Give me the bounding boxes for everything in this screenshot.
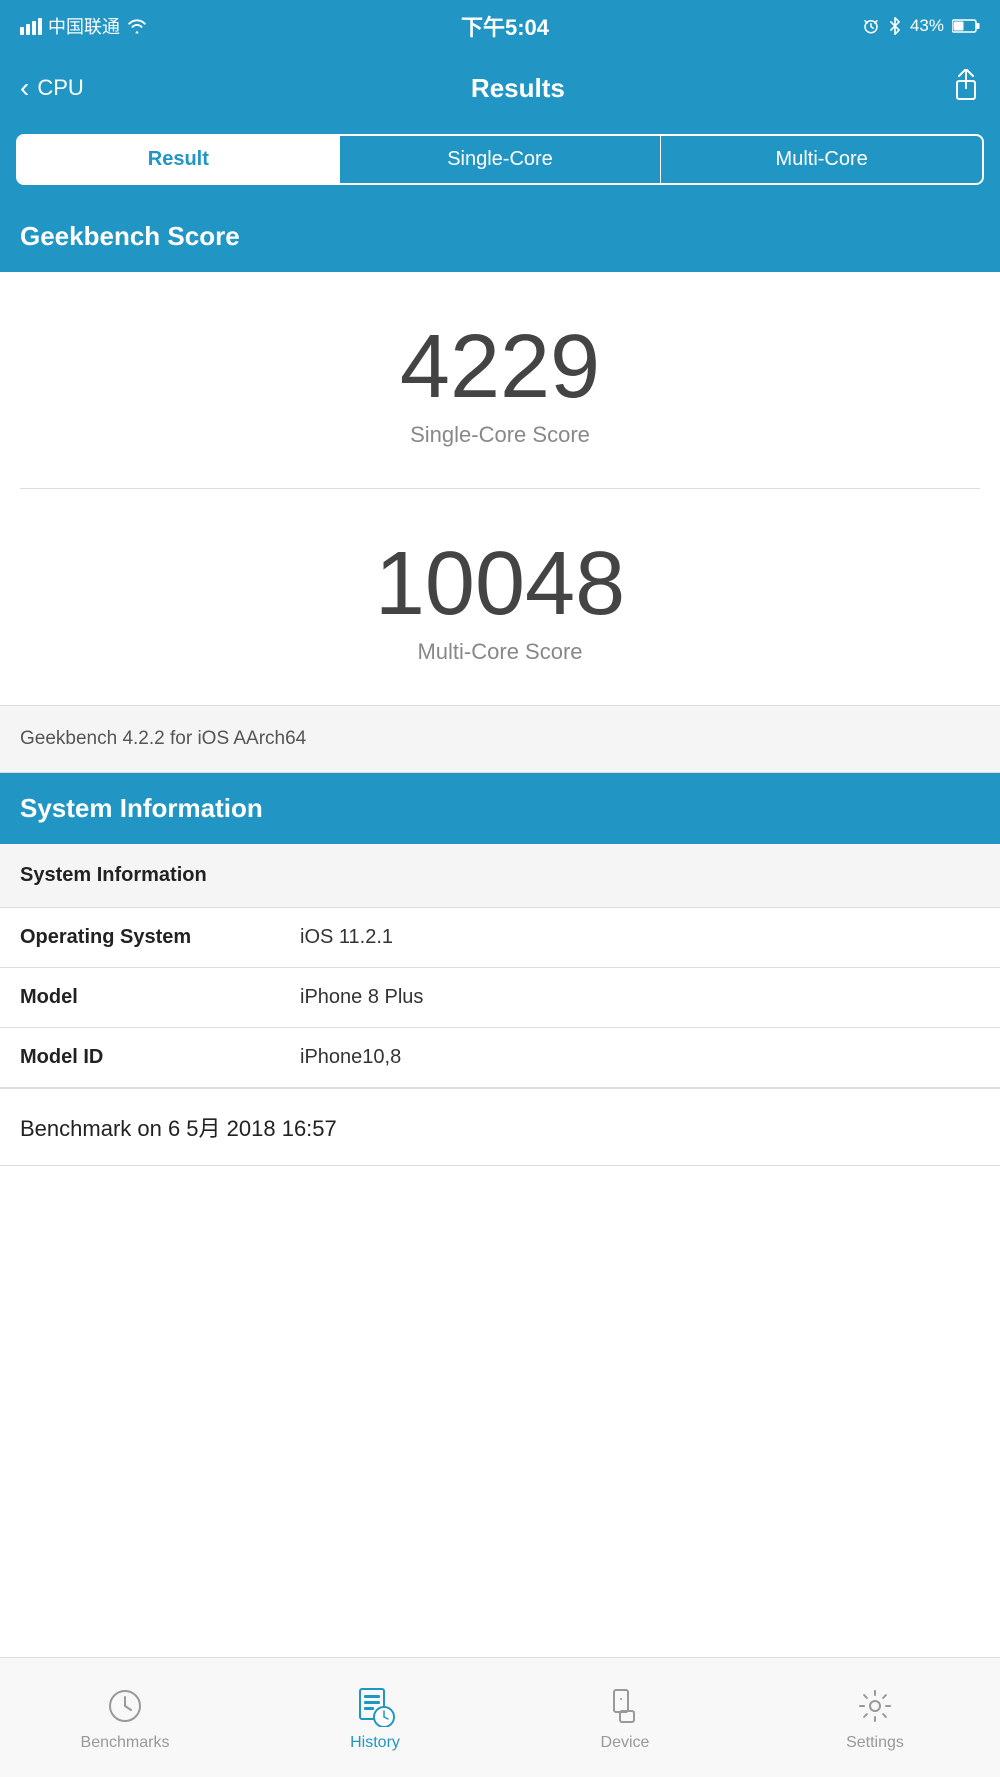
benchmark-footer: Benchmark on 6 5月 2018 16:57 [0,1088,1000,1166]
back-button[interactable]: ‹ CPU [20,72,84,104]
battery-percent: 43% [910,16,944,36]
sys-info-os-label: Operating System [20,926,300,949]
single-core-label: Single-Core Score [410,422,590,448]
sys-info-row-os: Operating System iOS 11.2.1 [0,908,1000,968]
multi-core-label: Multi-Core Score [417,639,582,665]
tab-container: Result Single-Core Multi-Core [0,124,1000,201]
bottom-tab-device-label: Device [601,1734,650,1752]
status-left: 中国联通 [20,13,148,39]
settings-icon [853,1684,897,1728]
wifi-icon [126,17,148,35]
bluetooth-icon [888,17,902,35]
sys-info-row-model-id: Model ID iPhone10,8 [0,1028,1000,1088]
bottom-tab-benchmarks[interactable]: Benchmarks [0,1684,250,1752]
geekbench-score-header: Geekbench Score [0,201,1000,272]
tab-multi-core[interactable]: Multi-Core [661,136,982,183]
sys-info-section-title-row: System Information [0,844,1000,908]
sys-info-model-label: Model [20,986,300,1009]
share-icon [952,69,980,101]
bottom-tab-benchmarks-label: Benchmarks [81,1734,170,1752]
bottom-tab-device[interactable]: Device [500,1684,750,1752]
bottom-tab-settings-label: Settings [846,1734,904,1752]
sys-info-section-label: System Information [20,864,300,887]
alarm-icon [862,17,880,35]
tab-selector: Result Single-Core Multi-Core [16,134,984,185]
multi-core-value: 10048 [375,539,625,629]
battery-icon [952,18,980,34]
geekbench-version-text: Geekbench 4.2.2 for iOS AArch64 [20,728,306,749]
nav-bar: ‹ CPU Results [0,52,1000,124]
sys-info-model-id-value: iPhone10,8 [300,1046,401,1069]
single-core-block: 4229 Single-Core Score [0,272,1000,488]
sys-info-os-value: iOS 11.2.1 [300,926,393,949]
sys-info-row-model: Model iPhone 8 Plus [0,968,1000,1028]
bottom-tab-bar: Benchmarks History Device [0,1657,1000,1777]
geekbench-version-info: Geekbench 4.2.2 for iOS AArch64 [0,705,1000,773]
system-info-section: System Information Operating System iOS … [0,844,1000,1088]
sys-info-model-id-label: Model ID [20,1046,300,1069]
carrier-label: 中国联通 [48,13,120,39]
status-time: 下午5:04 [461,10,549,42]
bottom-tab-history[interactable]: History [250,1684,500,1752]
system-info-header: System Information [0,773,1000,844]
status-right: 43% [862,16,980,36]
multi-core-block: 10048 Multi-Core Score [0,489,1000,705]
history-icon [353,1684,397,1728]
nav-title: Results [471,73,565,104]
single-core-value: 4229 [400,322,600,412]
share-button[interactable] [952,69,980,108]
back-label: CPU [37,75,83,101]
page-spacer [0,1166,1000,1306]
tab-single-core[interactable]: Single-Core [340,136,662,183]
tab-result[interactable]: Result [18,136,340,183]
signal-icon [20,17,42,35]
device-icon [603,1684,647,1728]
back-chevron-icon: ‹ [20,72,29,104]
status-bar: 中国联通 下午5:04 43% [0,0,1000,52]
bottom-tab-settings[interactable]: Settings [750,1684,1000,1752]
bottom-tab-history-label: History [350,1734,400,1752]
benchmark-date-text: Benchmark on 6 5月 2018 16:57 [20,1116,337,1141]
sys-info-model-value: iPhone 8 Plus [300,986,423,1009]
scores-container: 4229 Single-Core Score 10048 Multi-Core … [0,272,1000,705]
clock-icon [103,1684,147,1728]
